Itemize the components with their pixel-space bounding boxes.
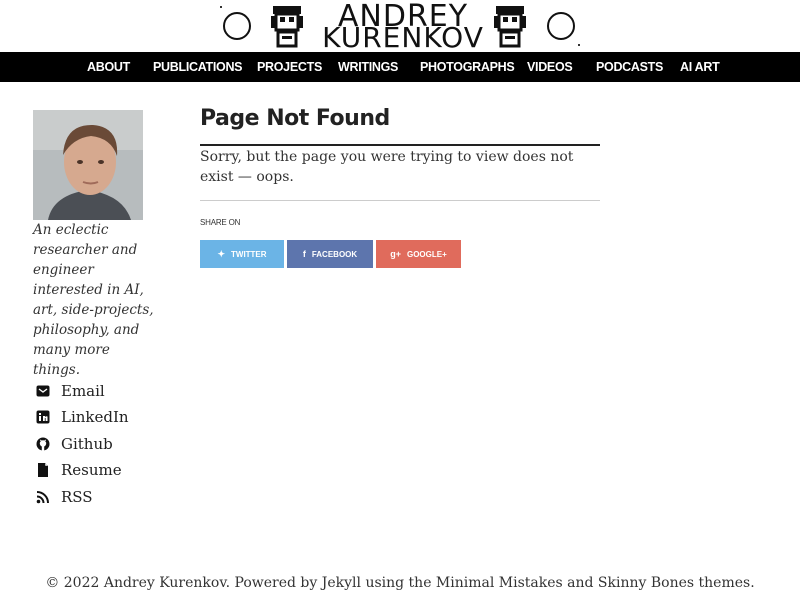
nav-item-writings[interactable]: WRITINGS: [338, 52, 398, 82]
share-facebook-button[interactable]: f FACEBOOK: [287, 240, 373, 268]
share-facebook-label: FACEBOOK: [311, 250, 358, 259]
github-icon: [36, 437, 50, 451]
nav-item-photographs[interactable]: PHOTOGRAPHS: [420, 52, 515, 82]
file-icon: [38, 463, 48, 477]
dot-ornament: [578, 44, 580, 46]
nav-item-publications[interactable]: PUBLICATIONS: [153, 52, 243, 82]
rss-link-label: RSS: [61, 488, 93, 506]
share-twitter-button[interactable]: ✦ TWITTER: [200, 240, 284, 268]
avatar: [33, 110, 143, 220]
site-logo[interactable]: ANDREY KURENKOV: [0, 0, 800, 52]
robot-icon-right: [494, 6, 526, 48]
page-title: Page Not Found: [200, 106, 390, 131]
logo-last-name: KURENKOV: [322, 21, 484, 54]
github-link-label: Github: [61, 435, 113, 453]
linkedin-link[interactable]: LinkedIn: [33, 406, 173, 428]
main-navigation: ABOUT PUBLICATIONS PROJECTS WRITINGS PHO…: [0, 52, 800, 82]
circle-ornament-right: [547, 12, 575, 40]
nav-item-about[interactable]: ABOUT: [87, 52, 130, 82]
rss-link[interactable]: RSS: [33, 486, 173, 508]
divider: [200, 200, 600, 201]
share-google-plus-button[interactable]: g+ GOOGLE+: [376, 240, 461, 268]
linkedin-link-label: LinkedIn: [61, 408, 129, 426]
share-heading: SHARE ON: [200, 218, 241, 227]
nav-item-podcasts[interactable]: PODCASTS: [596, 52, 663, 82]
nav-item-ai-art[interactable]: AI ART: [680, 52, 720, 82]
share-twitter-label: TWITTER: [231, 250, 267, 259]
dot-ornament: [220, 6, 222, 8]
site-footer: © 2022 Andrey Kurenkov. Powered by Jekyl…: [45, 575, 755, 591]
robot-icon-left: [271, 6, 303, 48]
author-bio: An eclectic researcher and engineer inte…: [33, 222, 154, 378]
not-found-message: Sorry, but the page you were trying to v…: [200, 149, 574, 185]
circle-ornament-left: [223, 12, 251, 40]
resume-link-label: Resume: [61, 461, 122, 479]
email-link[interactable]: Email: [33, 380, 173, 402]
email-icon: [36, 385, 50, 397]
email-link-label: Email: [61, 382, 105, 400]
linkedin-icon: [36, 410, 50, 424]
share-google-plus-label: GOOGLE+: [406, 250, 447, 259]
google-plus-icon: g+: [390, 249, 401, 259]
rss-icon: [36, 491, 49, 504]
nav-item-projects[interactable]: PROJECTS: [257, 52, 322, 82]
facebook-icon: f: [302, 249, 306, 259]
twitter-icon: ✦: [217, 249, 225, 259]
nav-item-videos[interactable]: VIDEOS: [527, 52, 573, 82]
github-link[interactable]: Github: [33, 433, 173, 455]
resume-link[interactable]: Resume: [33, 459, 173, 481]
title-underline: [200, 144, 600, 146]
